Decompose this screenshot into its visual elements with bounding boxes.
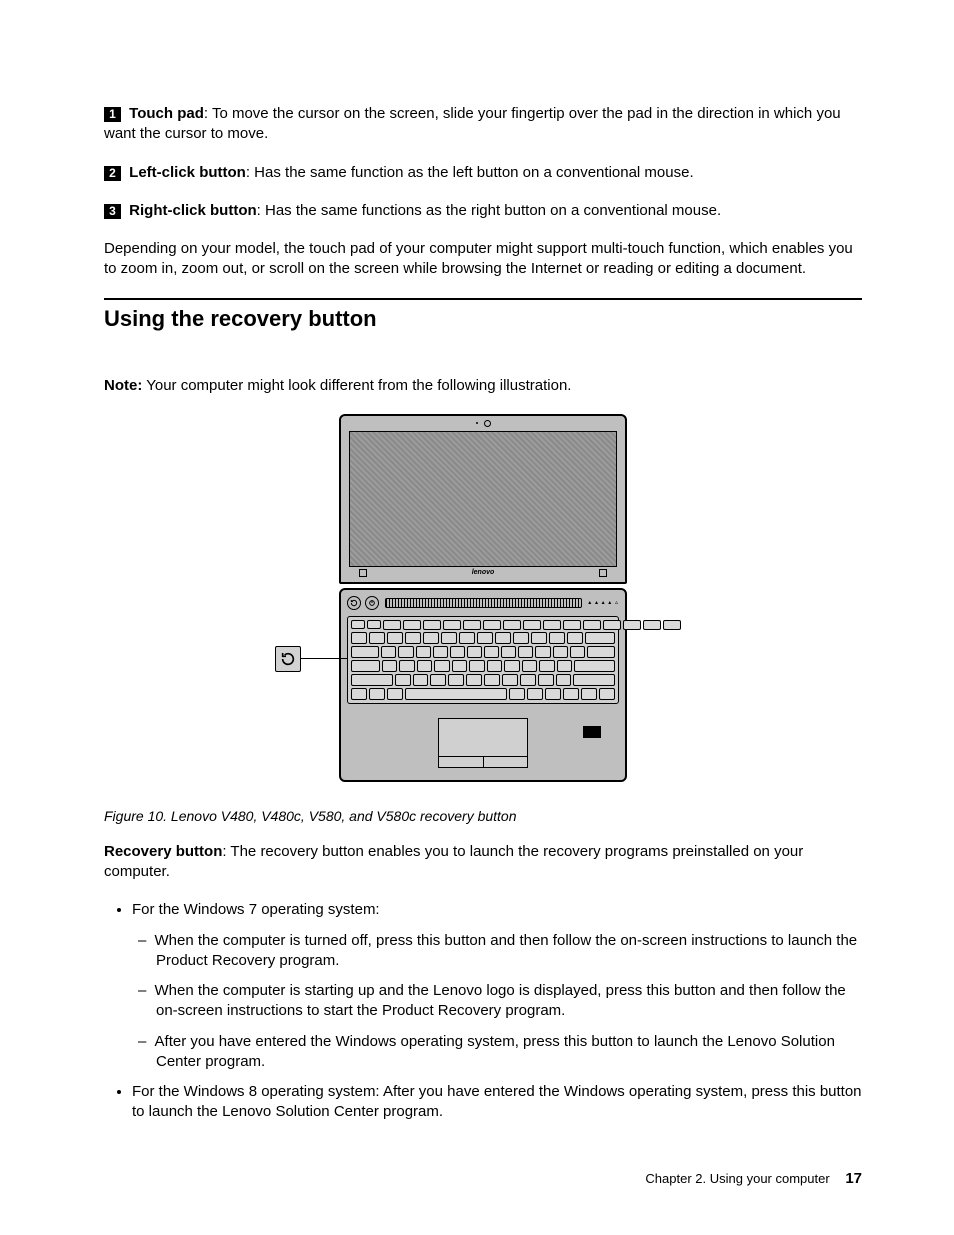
webcam-icon: [484, 420, 491, 427]
palmrest: [347, 712, 619, 772]
callout-2-label: Left-click button: [129, 164, 246, 181]
callout-badge-3: 3: [104, 204, 121, 219]
callout-1-para: 1 Touch pad: To move the cursor on the s…: [104, 104, 862, 145]
laptop-lid: lenovo: [339, 414, 627, 584]
laptop-screen: [349, 431, 617, 567]
section-divider: [104, 298, 862, 300]
footer-page-number: 17: [845, 1170, 862, 1187]
callout-2-para: 2 Left-click button: Has the same functi…: [104, 163, 862, 183]
win7-item-a: When the computer is turned off, press t…: [156, 931, 862, 972]
touchpad: [438, 718, 528, 768]
keyboard: [347, 616, 619, 704]
recovery-callout-icon: [275, 646, 301, 672]
list-item-win7: For the Windows 7 operating system: When…: [132, 900, 862, 1072]
fingerprint-reader-icon: [583, 726, 601, 738]
power-button-icon: [365, 596, 379, 610]
callout-badge-2: 2: [104, 166, 121, 181]
hinge-right-icon: [599, 569, 607, 577]
callout-1-desc: : To move the cursor on the screen, slid…: [104, 105, 841, 142]
section-heading: Using the recovery button: [104, 306, 862, 332]
footer-chapter: Chapter 2. Using your computer: [645, 1171, 829, 1186]
note-paragraph: Note: Your computer might look different…: [104, 376, 862, 396]
note-text: Your computer might look different from …: [146, 377, 571, 394]
laptop-illustration: lenovo: [104, 414, 862, 782]
list-item-win8: For the Windows 8 operating system: Afte…: [132, 1082, 862, 1123]
indicator-lights: ▴ ▴ ▴ ▴ ▵: [588, 599, 619, 606]
speaker-deck: ▴ ▴ ▴ ▴ ▵: [347, 596, 619, 610]
page-footer: Chapter 2. Using your computer 17: [645, 1170, 862, 1187]
os-list: For the Windows 7 operating system: When…: [104, 900, 862, 1122]
callout-1-label: Touch pad: [129, 105, 204, 122]
figure-caption: Figure 10. Lenovo V480, V480c, V580, and…: [104, 808, 862, 824]
recovery-button-label: Recovery button: [104, 843, 222, 860]
recovery-button-paragraph: Recovery button: The recovery button ena…: [104, 842, 862, 883]
laptop: lenovo: [339, 414, 627, 782]
laptop-base: ▴ ▴ ▴ ▴ ▵: [339, 588, 627, 782]
callout-3-para: 3 Right-click button: Has the same funct…: [104, 201, 862, 221]
win7-intro: For the Windows 7 operating system:: [132, 901, 380, 918]
brand-label: lenovo: [472, 569, 495, 576]
note-label: Note:: [104, 377, 142, 394]
hinge-row: lenovo: [341, 567, 625, 579]
callout-3-desc: : Has the same functions as the right bu…: [257, 202, 721, 219]
callout-badge-1: 1: [104, 107, 121, 122]
webcam-row: [341, 420, 625, 427]
win7-item-c: After you have entered the Windows opera…: [156, 1032, 862, 1073]
recovery-button-icon: [347, 596, 361, 610]
mic-dot-icon: [476, 422, 478, 424]
callout-2-desc: : Has the same function as the left butt…: [246, 164, 694, 181]
document-page: 1 Touch pad: To move the cursor on the s…: [0, 0, 954, 1235]
callout-3-label: Right-click button: [129, 202, 257, 219]
callout-leader-line: [301, 658, 347, 659]
win7-sublist: When the computer is turned off, press t…: [132, 931, 862, 1073]
multitouch-paragraph: Depending on your model, the touch pad o…: [104, 239, 862, 280]
hinge-left-icon: [359, 569, 367, 577]
speaker-vent-icon: [385, 598, 582, 608]
recovery-callout: [275, 646, 347, 672]
win7-item-b: When the computer is starting up and the…: [156, 981, 862, 1022]
